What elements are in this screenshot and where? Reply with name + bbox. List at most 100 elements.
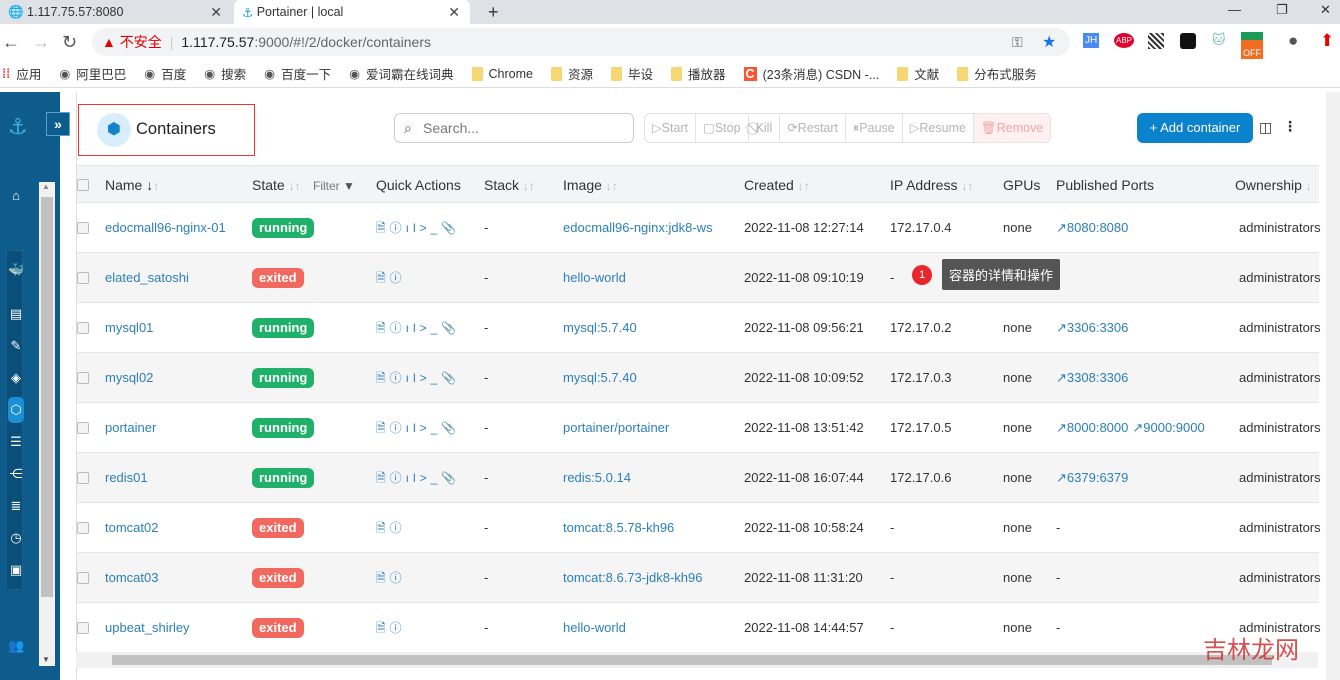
bookmark[interactable]: C (23条消息) CSDN -... [743,64,879,83]
bookmark[interactable]: Chrome [471,66,533,81]
columns-icon[interactable]: ◫ [1259,119,1272,136]
tab-2[interactable]: ⚓ Portainer | local ✕ [234,0,470,24]
quick-actions[interactable]: 🗎ⓘ [376,619,406,640]
vertical-scrollbar[interactable] [1326,92,1340,680]
container-name-link[interactable]: portainer [105,420,156,435]
col-stack[interactable]: Stack ↓↑ [484,177,535,193]
bookmark[interactable]: ◉ 爱词霸在线词典 [349,64,453,83]
container-name-link[interactable]: mysql02 [105,370,153,385]
port-link[interactable]: ↗8000:8000 [1056,420,1128,435]
container-name-link[interactable]: edocmall96-nginx-01 [105,220,226,235]
col-state[interactable]: State ↓↑ [252,177,301,193]
close-tab-icon[interactable]: ✕ [448,4,460,21]
container-name-link[interactable]: tomcat02 [105,520,158,535]
layers-icon[interactable]: ◈ [8,370,24,386]
col-name[interactable]: Name ↓↑ [105,177,159,193]
database-icon[interactable]: ≣ [8,498,24,514]
key-icon[interactable]: ⚿ [1012,34,1023,51]
image-link[interactable]: hello-world [563,620,626,635]
row-checkbox[interactable] [77,272,89,284]
port-link[interactable]: ↗9000:9000 [1132,420,1204,435]
row-checkbox[interactable] [77,222,89,234]
horizontal-scrollbar[interactable] [76,652,1318,668]
col-ownership[interactable]: Ownership ↓ [1235,177,1312,193]
col-image[interactable]: Image ↓↑ [563,177,618,193]
port-link[interactable]: ↗8080:8080 [1056,220,1128,235]
image-link[interactable]: mysql:5.7.40 [563,370,637,385]
quick-actions[interactable]: 🗎ⓘıl>_📎 [376,319,460,340]
quick-actions[interactable]: 🗎ⓘ [376,519,406,540]
extension-icon[interactable] [1180,33,1196,49]
expand-sidebar-button[interactable]: » [46,112,70,136]
minimize-icon[interactable]: — [1228,2,1241,17]
restore-icon[interactable]: ❐ [1276,2,1288,18]
list-icon[interactable]: ☰ [8,434,24,450]
close-window-icon[interactable]: ✕ [1320,2,1331,18]
qr-icon[interactable] [1148,33,1164,49]
image-link[interactable]: hello-world [563,270,626,285]
search-input[interactable]: ⌕ Search... [394,113,634,143]
close-tab-icon[interactable]: ✕ [210,4,222,21]
clock-icon[interactable]: ◷ [8,530,24,546]
star-icon[interactable]: ★ [1042,32,1056,52]
restart-button[interactable]: ⟳Restart [780,114,847,142]
container-name-link[interactable]: elated_satoshi [105,270,189,285]
bookmark[interactable]: 播放器 [671,64,726,83]
container-name-link[interactable]: tomcat03 [105,570,158,585]
port-link[interactable]: ↗6379:6379 [1056,470,1128,485]
bookmark[interactable]: ⁞⁞ 应用 [2,64,41,83]
port-link[interactable]: ↗3306:3306 [1056,320,1128,335]
row-checkbox[interactable] [77,472,89,484]
forward-icon[interactable]: → [32,32,50,53]
sidebar-scrollbar[interactable]: ▲ ▼ [39,182,55,666]
url-bar[interactable]: ▲ 不安全 | 1.117.75.57:9000/#!/2/docker/con… [92,28,1070,56]
bookmark[interactable]: 文献 [897,64,939,83]
row-checkbox[interactable] [77,372,89,384]
bookmark[interactable]: ◉ 百度一下 [264,64,331,83]
off-extension-icon[interactable]: OFF [1241,32,1263,59]
kill-button[interactable]: ⃠Kill [749,114,781,142]
profile-icon[interactable]: ● [1288,31,1298,51]
row-checkbox[interactable] [77,572,89,584]
extension-jh-icon[interactable]: JH [1083,33,1100,48]
port-link[interactable]: ↗3308:3306 [1056,370,1128,385]
bookmark[interactable]: 资源 [551,64,593,83]
quick-actions[interactable]: 🗎ⓘ [376,269,406,290]
container-name-link[interactable]: mysql01 [105,320,153,335]
row-checkbox[interactable] [77,322,89,334]
quick-actions[interactable]: 🗎ⓘıl>_📎 [376,419,460,440]
edit-icon[interactable]: ✎ [8,338,24,354]
col-ip[interactable]: IP Address ↓↑ [890,177,973,193]
container-name-link[interactable]: upbeat_shirley [105,620,190,635]
quick-actions[interactable]: 🗎ⓘıl>_📎 [376,369,460,390]
resume-button[interactable]: ▷Resume [903,114,974,142]
quick-actions[interactable]: 🗎ⓘıl>_📎 [376,469,460,490]
col-created[interactable]: Created ↓↑ [744,177,810,193]
bookmark[interactable]: ◉ 阿里巴巴 [59,64,126,83]
container-name-link[interactable]: redis01 [105,470,148,485]
filter-button[interactable]: Filter ▼ [313,179,355,193]
new-tab-button[interactable]: + [480,0,507,24]
home-icon[interactable]: ⌂ [8,188,24,203]
image-link[interactable]: portainer/portainer [563,420,669,435]
more-options-icon[interactable]: ⋮ [1283,118,1297,135]
stop-button[interactable]: ▢Stop [696,114,749,142]
row-checkbox[interactable] [77,422,89,434]
dashboard-icon[interactable]: ▤ [8,306,24,322]
reload-icon[interactable]: ↻ [62,32,77,53]
docker-icon[interactable]: 🐳 [8,262,24,278]
users-icon[interactable]: 👥 [8,638,24,654]
bookmark[interactable]: ◉ 搜索 [204,64,246,83]
tab-1[interactable]: 🌐 1.117.75.57:8080 ✕ [0,0,232,24]
network-icon[interactable]: ⋲ [8,466,24,482]
remove-button[interactable]: 🗑Remove [973,114,1051,142]
bookmark[interactable]: 毕设 [611,64,653,83]
quick-actions[interactable]: 🗎ⓘ [376,569,406,590]
cat-extension-icon[interactable]: 🐱 [1212,32,1226,48]
pause-button[interactable]: ⏸Pause [846,114,903,142]
quick-actions[interactable]: 🗎ⓘıl>_📎 [376,219,460,240]
bookmark[interactable]: ◉ 百度 [144,64,186,83]
add-container-button[interactable]: + Add container [1137,113,1253,143]
image-link[interactable]: tomcat:8.6.73-jdk8-kh96 [563,570,702,585]
board-icon[interactable]: ▣ [8,562,24,578]
